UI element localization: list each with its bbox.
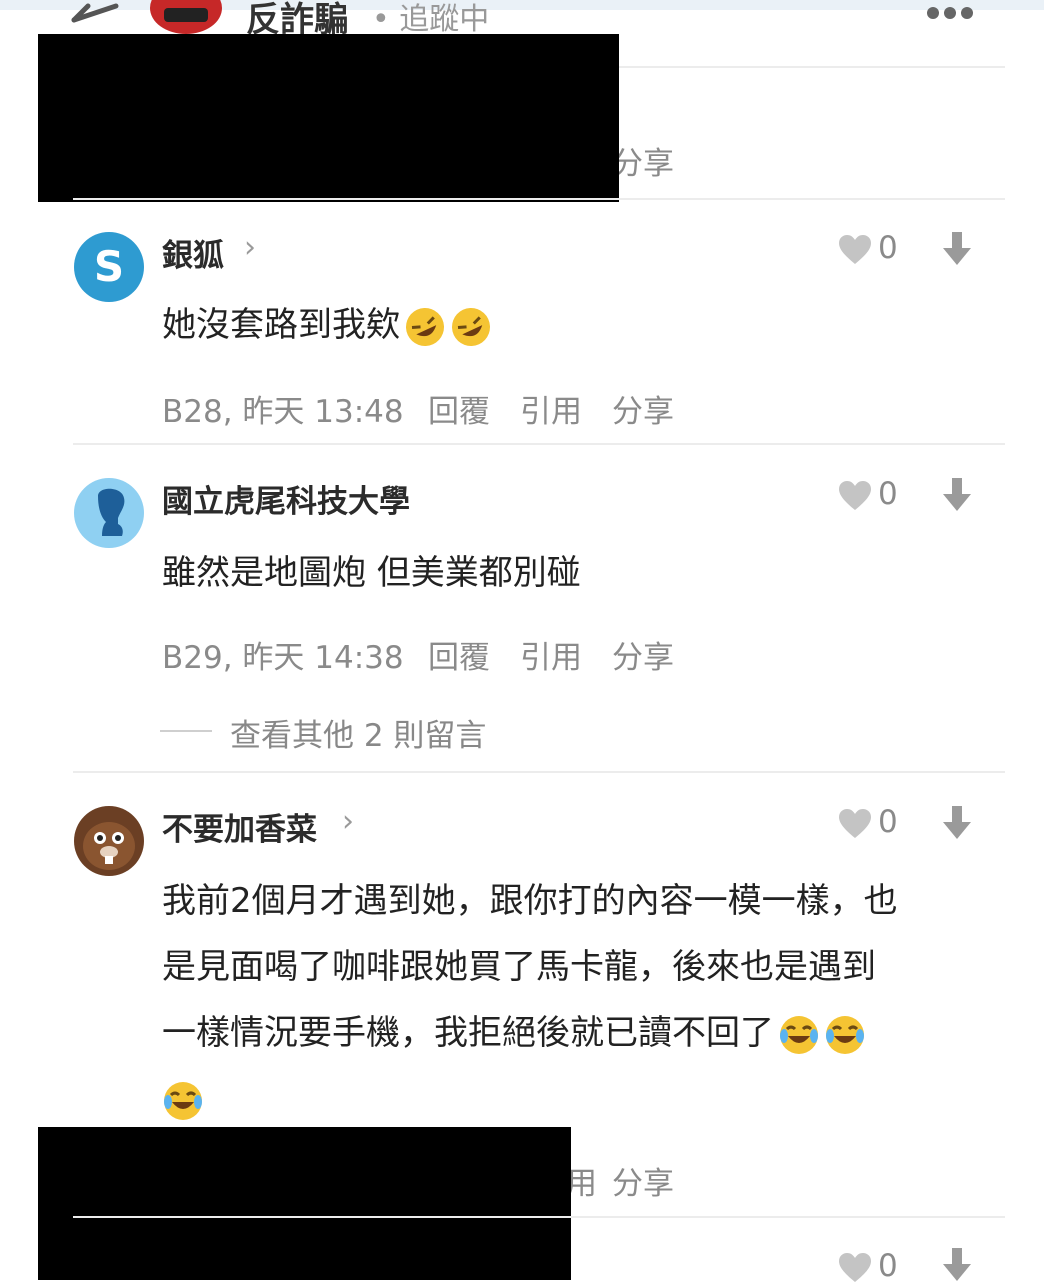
content-line: 一樣情況要手機，我拒絕後就已讀不回了 [162,1000,982,1066]
downvote-arrow-icon[interactable] [942,232,972,266]
tears-of-joy-emoji-icon [826,1015,864,1054]
comment-username[interactable]: 不要加香菜 [162,804,317,849]
comment-username[interactable]: 銀狐 [162,230,224,275]
reply-button[interactable]: 回覆 [428,386,490,431]
comment-content: 我前2個月才遇到她，跟你打的內容一模一樣，也 是見面喝了咖啡跟她買了馬卡龍，後來… [162,868,982,1132]
downvote-arrow-icon[interactable] [942,478,972,512]
share-button[interactable]: 分享 [612,1158,674,1203]
heart-icon[interactable] [838,480,872,512]
like-count: 0 [878,230,898,266]
share-button[interactable]: 分享 [612,632,674,677]
heart-icon[interactable] [838,234,872,266]
divider [73,443,1005,445]
comment-content: 雖然是地圖炮 但美業都別碰 [162,553,581,593]
comment-username[interactable]: 國立虎尾科技大學 [162,476,410,521]
content-line: 是見面喝了咖啡跟她買了馬卡龍，後來也是遇到 [162,947,876,987]
like-count: 0 [878,1248,898,1284]
heart-icon[interactable] [838,808,872,840]
chevron-right-icon[interactable]: › [342,804,354,839]
share-button[interactable]: 分享 [612,138,674,183]
view-more-replies-link[interactable]: 查看其他 2 則留言 [230,710,486,755]
chevron-right-icon[interactable]: › [244,230,256,265]
rolling-laughing-emoji-icon [452,307,490,346]
board-avatar[interactable] [150,0,222,34]
avatar[interactable] [74,806,144,876]
like-count: 0 [878,476,898,512]
reply-button[interactable]: 回覆 [428,632,490,677]
tears-of-joy-emoji-icon [780,1015,818,1054]
like-count: 0 [878,804,898,840]
avatar[interactable] [74,478,144,548]
downvote-arrow-icon[interactable] [942,806,972,840]
redaction-box [38,1127,571,1280]
divider [73,1216,1005,1218]
downvote-arrow-icon[interactable] [942,1248,972,1282]
floor-timestamp: B29, 昨天 14:38 [162,640,404,676]
share-button[interactable]: 分享 [612,386,674,431]
back-arrow-icon[interactable] [70,2,120,30]
quote-button[interactable]: 引用 [520,632,582,677]
more-dots-icon[interactable] [925,6,975,20]
heart-icon[interactable] [838,1252,872,1284]
follow-status[interactable]: • 追蹤中 [372,0,489,38]
divider [73,771,1005,773]
divider [73,198,1005,200]
quote-button[interactable]: 引用 [520,386,582,431]
floor-timestamp: B28, 昨天 13:48 [162,394,404,430]
content-line: 我前2個月才遇到她，跟你打的內容一模一樣，也 [162,881,898,921]
redaction-box [38,34,619,202]
rolling-laughing-emoji-icon [406,307,444,346]
avatar[interactable]: S [74,232,144,302]
comment-content: 她沒套路到我欸 [162,292,982,358]
view-more-line [160,730,212,732]
content-line [162,1066,982,1132]
animal-face-avatar-icon [83,822,135,870]
tears-of-joy-emoji-icon [164,1081,202,1120]
person-silhouette-icon [98,488,125,536]
